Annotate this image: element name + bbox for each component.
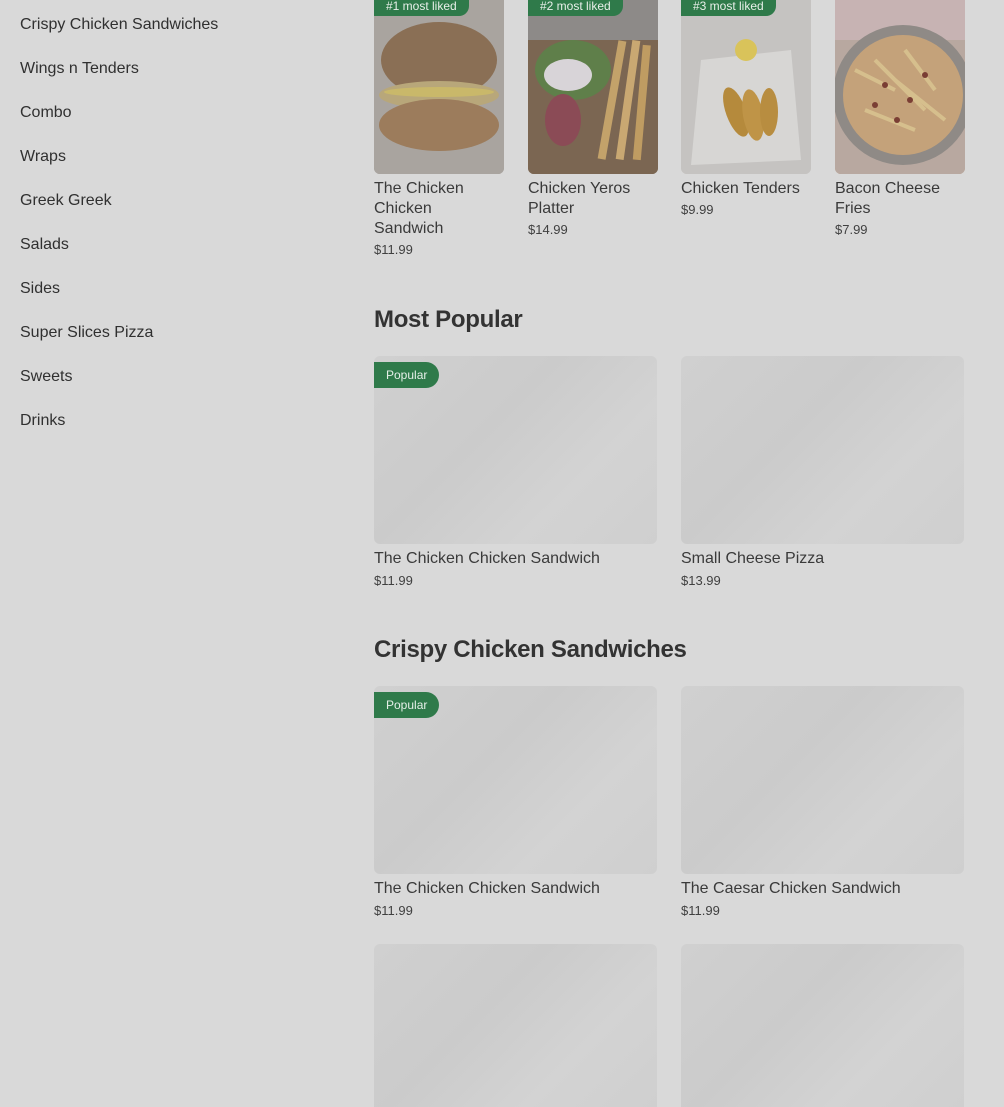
item-photo-placeholder: Popular [374,356,657,544]
sidebar-item-wraps[interactable]: Wraps [20,138,320,182]
item-price: $11.99 [374,903,413,918]
popular-badge: Popular [374,362,440,388]
most-liked-card[interactable]: #2 most liked Chicken Yeros Platter $14.… [528,0,658,237]
item-name: Chicken Yeros Platter [528,180,631,217]
item-price: $11.99 [374,573,413,588]
item-price: $9.99 [681,202,714,217]
sidebar-item-crispy-chicken-sandwiches[interactable]: Crispy Chicken Sandwiches [20,0,320,50]
menu-item-card[interactable] [374,944,657,1107]
item-photo-placeholder: Popular [374,686,657,874]
item-photo-placeholder [681,356,964,544]
item-name: The Caesar Chicken Sandwich [681,880,901,897]
rank-badge: #3 most liked [681,0,776,16]
chicken-sandwich-illustration [374,0,504,174]
item-name: The Chicken Chicken Sandwich [374,880,600,897]
bacon-cheese-fries-photo [835,0,965,174]
most-liked-card[interactable]: #1 most liked The Chicken Chicken Sandwi… [374,0,504,257]
category-sidebar: Crispy Chicken Sandwiches Wings n Tender… [20,0,320,446]
sidebar-item-greek-greek[interactable]: Greek Greek [20,182,320,226]
menu-item-card[interactable]: Popular The Chicken Chicken Sandwich $11… [374,356,657,588]
most-liked-row: #1 most liked The Chicken Chicken Sandwi… [374,0,965,270]
item-name: Small Cheese Pizza [681,550,825,567]
sidebar-item-salads[interactable]: Salads [20,226,320,270]
chicken-tenders-photo: #3 most liked [681,0,811,174]
most-liked-card[interactable]: Bacon Cheese Fries $7.99 [835,0,965,237]
item-name: The Chicken Chicken Sandwich [374,180,464,237]
rank-badge: #2 most liked [528,0,623,16]
sidebar-item-combo[interactable]: Combo [20,94,320,138]
item-price: $11.99 [374,242,413,257]
item-photo-placeholder [374,944,657,1107]
chicken-sandwich-photo: #1 most liked [374,0,504,174]
sidebar-item-sides[interactable]: Sides [20,270,320,314]
item-name: The Chicken Chicken Sandwich [374,550,600,567]
sidebar-item-drinks[interactable]: Drinks [20,402,320,446]
most-liked-card[interactable]: #3 most liked Chicken Tenders $9.99 [681,0,811,217]
item-name: Bacon Cheese Fries [835,180,940,217]
item-photo-placeholder [681,944,964,1107]
section-title-crispy-chicken-sandwiches: Crispy Chicken Sandwiches [374,636,687,663]
item-photo-placeholder [681,686,964,874]
item-price: $7.99 [835,222,868,237]
item-name: Chicken Tenders [681,180,800,197]
menu-item-card[interactable]: Popular The Chicken Chicken Sandwich $11… [374,686,657,918]
item-price: $13.99 [681,573,721,588]
bacon-cheese-fries-illustration [835,0,965,174]
menu-item-card[interactable]: Small Cheese Pizza $13.99 [681,356,964,588]
item-price: $11.99 [681,903,720,918]
gyro-platter-photo: #2 most liked [528,0,658,174]
sidebar-item-super-slices-pizza[interactable]: Super Slices Pizza [20,314,320,358]
sidebar-item-wings-n-tenders[interactable]: Wings n Tenders [20,50,320,94]
menu-item-card[interactable]: The Caesar Chicken Sandwich $11.99 [681,686,964,918]
rank-badge: #1 most liked [374,0,469,16]
chicken-tenders-illustration [681,0,811,174]
sidebar-item-sweets[interactable]: Sweets [20,358,320,402]
popular-badge: Popular [374,692,440,718]
menu-item-card[interactable] [681,944,964,1107]
item-price: $14.99 [528,222,568,237]
gyro-platter-illustration [528,0,658,174]
section-title-most-popular: Most Popular [374,306,523,333]
